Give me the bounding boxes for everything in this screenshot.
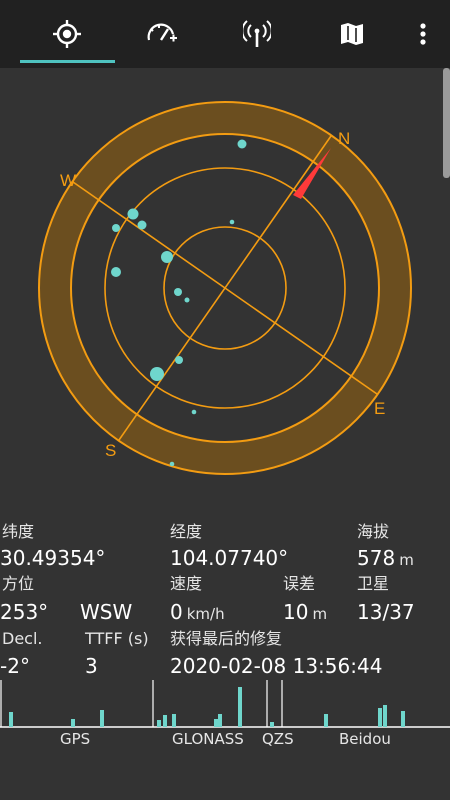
speed-value: 0	[170, 600, 183, 624]
signal-bar	[163, 715, 167, 727]
satellite-dot	[169, 461, 175, 467]
ttff-value: 3	[85, 654, 98, 678]
west-east-axis	[72, 181, 378, 395]
antenna-signal-icon	[243, 20, 271, 47]
signal-bar	[378, 708, 382, 727]
speed-readout: 0 km/h	[170, 600, 225, 626]
sky-plot-radar: N E S W	[38, 101, 412, 475]
signal-bar	[157, 720, 161, 727]
accuracy-unit: m	[312, 605, 328, 623]
satellite-dot	[161, 251, 173, 263]
compass-east-label: E	[374, 399, 385, 418]
signal-bar	[218, 714, 222, 727]
bearing-label: 方位	[2, 574, 35, 593]
signal-bar	[71, 719, 75, 727]
satellite-dot	[111, 267, 121, 277]
longitude-label: 经度	[170, 522, 203, 541]
satellite-dot	[174, 288, 182, 296]
declination-label: Decl.	[2, 629, 43, 648]
signal-bars	[9, 687, 405, 727]
satellite-dot	[184, 297, 190, 303]
signal-bar	[238, 687, 242, 727]
bearing-direction: WSW	[80, 600, 133, 624]
satellite-dot	[137, 220, 147, 230]
satellite-dot	[112, 224, 120, 232]
altitude-value: 578	[357, 546, 396, 570]
satellite-dot	[175, 356, 183, 364]
accuracy-label: 误差	[283, 574, 316, 593]
app-bar	[0, 0, 450, 68]
accuracy-value: 10	[283, 600, 309, 624]
tab-map[interactable]	[307, 0, 397, 68]
signal-bar	[324, 714, 328, 727]
signal-bar	[270, 722, 274, 727]
speed-label: 速度	[170, 574, 203, 593]
compass-west-label: W	[60, 171, 76, 190]
signal-bar	[172, 714, 176, 727]
vertical-dots-menu-icon	[420, 23, 426, 45]
longitude-value: 104.07740°	[170, 546, 289, 570]
satellite-dot	[127, 208, 139, 220]
satellites-value: 13/37	[357, 600, 415, 624]
overflow-menu-button[interactable]	[405, 0, 441, 68]
signal-bar	[214, 719, 218, 727]
altitude-unit: m	[399, 551, 414, 569]
signal-bar	[401, 711, 405, 727]
satellite-dot	[150, 367, 164, 381]
tab-signal[interactable]	[212, 0, 302, 68]
crosshair-target-icon	[53, 20, 81, 48]
tab-status[interactable]	[22, 0, 112, 68]
constellation-label-gps: GPS	[60, 730, 91, 748]
last-fix-value: 2020-02-08 13:56:44	[170, 654, 383, 678]
constellation-label-qzs: QZS	[262, 730, 294, 748]
satellites-label: 卫星	[357, 574, 390, 593]
compass-south-label: S	[105, 441, 116, 460]
ttff-label: TTFF (s)	[85, 629, 149, 648]
altitude-readout: 578 m	[357, 546, 414, 572]
tab-speed[interactable]	[117, 0, 207, 68]
signal-bar	[100, 710, 104, 727]
declination-value: -2°	[0, 654, 30, 678]
last-fix-label: 获得最后的修复	[170, 629, 283, 648]
accuracy-readout: 10 m	[283, 600, 327, 626]
latitude-label: 纬度	[2, 522, 35, 541]
constellation-label-beidou: Beidou	[339, 730, 391, 748]
altitude-label: 海拔	[357, 522, 390, 541]
bearing-value: 253°	[0, 600, 49, 624]
satellite-dot	[191, 409, 197, 415]
compass-north-label: N	[338, 129, 350, 148]
satellite-dot	[237, 139, 247, 149]
signal-bar	[383, 705, 387, 727]
speedometer-icon	[147, 23, 177, 42]
active-tab-indicator	[20, 60, 115, 63]
map-icon	[341, 23, 363, 45]
signal-bar	[9, 712, 13, 727]
latitude-value: 30.49354°	[0, 546, 106, 570]
speed-unit: km/h	[186, 605, 225, 623]
satellite-dot	[229, 219, 235, 225]
signal-strength-chart	[0, 680, 450, 728]
constellation-label-glonass: GLONASS	[172, 730, 244, 748]
